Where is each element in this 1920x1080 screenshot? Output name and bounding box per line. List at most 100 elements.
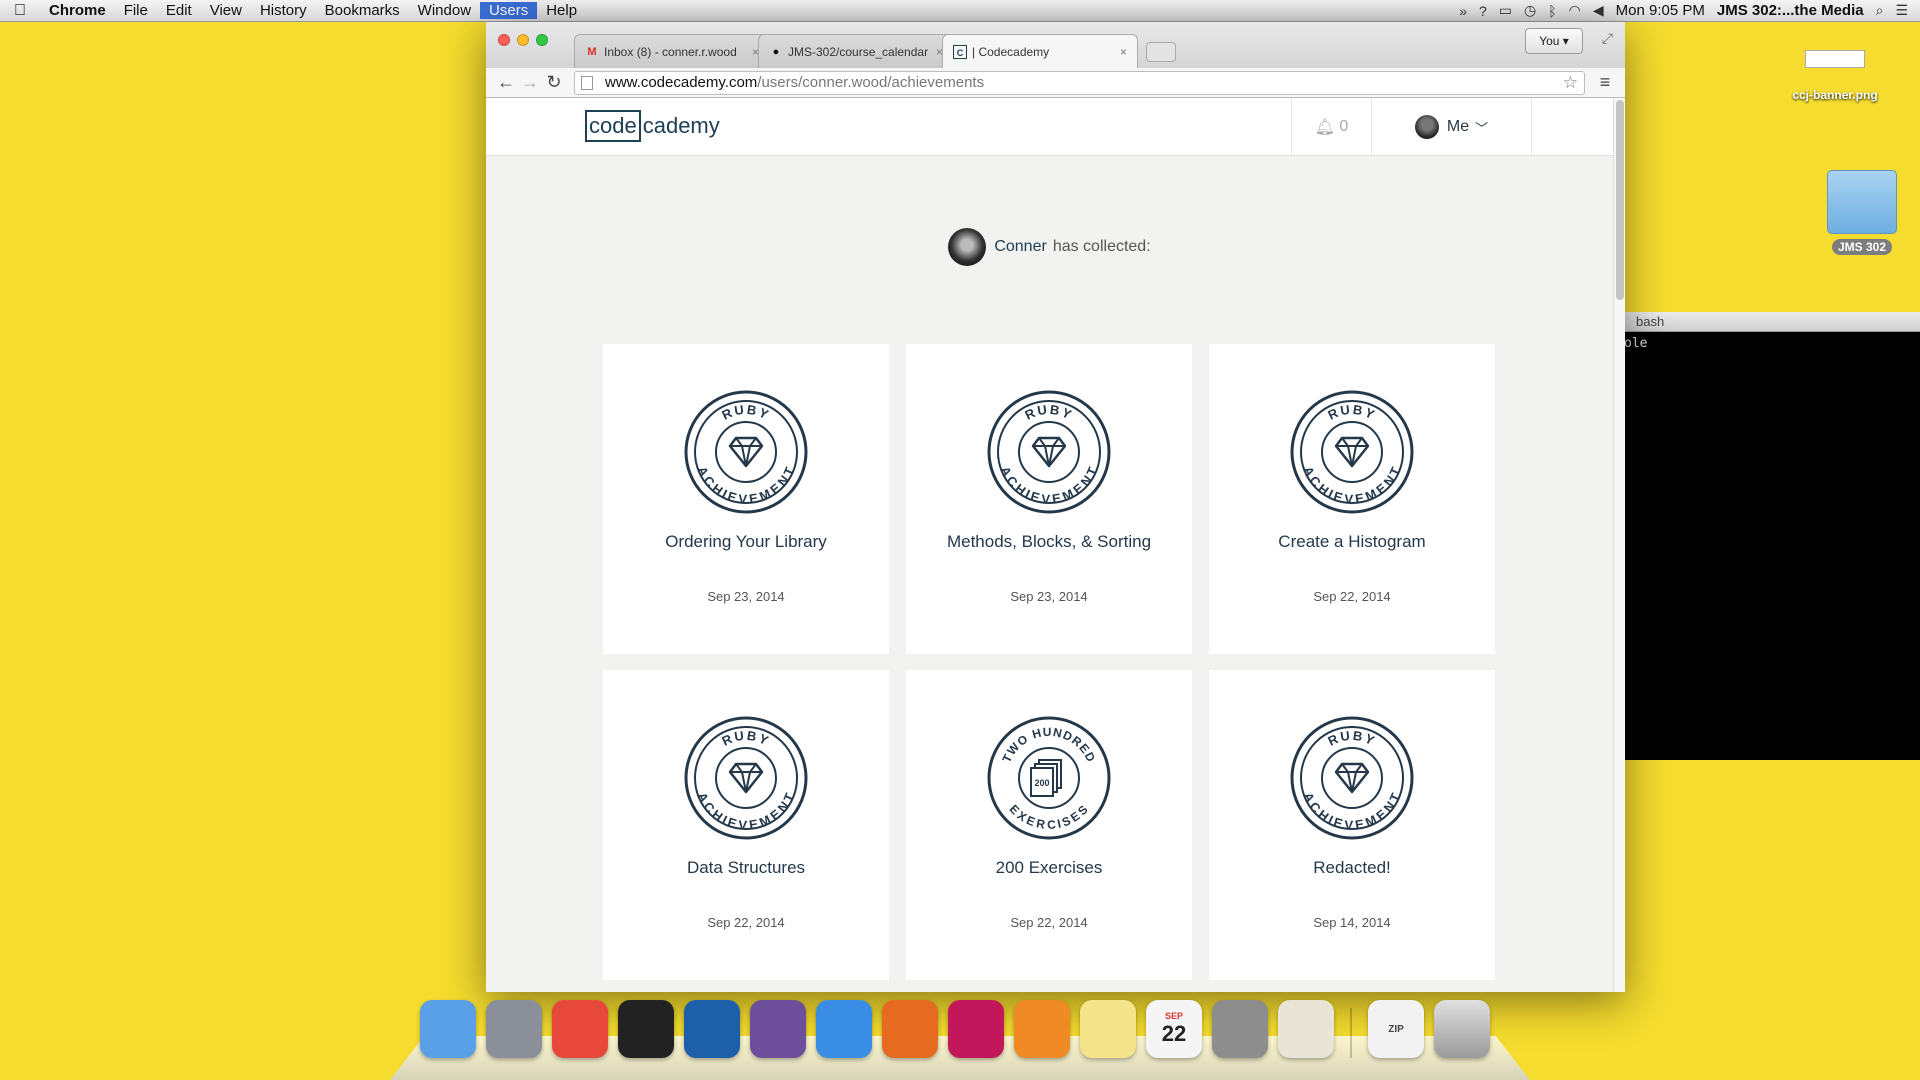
user-avatar[interactable] [948,228,987,266]
minimize-window-button[interactable] [517,34,529,46]
tab-codecademy[interactable]: C | Codecademy × [942,34,1138,68]
chrome-menu-icon[interactable]: ≡ [1593,72,1617,93]
user-name-link[interactable]: Conner [994,238,1046,256]
close-tab-icon[interactable]: × [1120,45,1127,59]
scrollbar-thumb[interactable] [1616,100,1624,300]
url-path: /users/conner.wood/achievements [757,74,985,91]
search-icon[interactable]: ⌕ [1876,2,1884,19]
achievement-date: Sep 22, 2014 [1010,915,1088,930]
menu-edit[interactable]: Edit [157,2,201,19]
chrome-icon[interactable] [552,1000,608,1058]
achievement-card[interactable]: RUBY ACHIEVEMENT Data Structures Sep 22, … [603,670,889,980]
menu-chrome[interactable]: Chrome [40,2,115,19]
dock-icons: SEP 22 ZIP [420,1000,1490,1058]
launchpad-icon[interactable] [486,1000,542,1058]
codecademy-logo[interactable]: code cademy [585,110,720,142]
preferences-gear-icon[interactable] [1014,1000,1070,1058]
bell-icon: 🔔︎ [1314,119,1335,136]
tab-gmail[interactable]: M Inbox (8) - conner.r.wood × [574,34,770,68]
ruby-achievement-badge-icon: RUBY ACHIEVEMENT [1290,390,1414,514]
menu-file[interactable]: File [115,2,157,19]
menu-view[interactable]: View [201,2,251,19]
ruby-achievement-badge-icon: RUBY ACHIEVEMENT [684,390,808,514]
collected-heading: Conner has collected: [486,228,1613,266]
volume-icon[interactable]: ◀ [1593,2,1604,19]
system-preferences-icon[interactable] [1212,1000,1268,1058]
codecademy-icon: C [953,44,967,59]
page-scrollbar[interactable] [1613,98,1625,992]
achievement-card[interactable]: RUBY ACHIEVEMENT Redacted! Sep 14, 2014 [1209,670,1495,980]
trash-icon[interactable] [1434,1000,1490,1058]
menu-help[interactable]: Help [537,2,586,19]
site-header: code cademy 🔔︎ 0 Me ﹀ [486,98,1613,156]
window-title[interactable]: JMS 302:...the Media [1717,2,1864,19]
terminal-icon[interactable] [618,1000,674,1058]
header-spacer [1531,98,1613,156]
desktop-folder[interactable]: JMS 302 [1822,170,1902,256]
calendar-day: 22 [1161,1021,1187,1046]
menu-users[interactable]: Users [480,2,538,19]
notifications-button[interactable]: 🔔︎ 0 [1291,98,1371,156]
achievement-card[interactable]: RUBY ACHIEVEMENT Create a Histogram Sep 2… [1209,344,1495,654]
desktop-folder-label: JMS 302 [1831,239,1893,255]
bluetooth-icon[interactable]: ᛒ [1548,3,1556,19]
menu-window[interactable]: Window [409,2,480,19]
achievement-title: Create a Histogram [1278,532,1426,551]
achievement-card[interactable]: 200 TWO HUNDRED EXERCISES 200 Exercises S… [906,670,1192,980]
profile-button[interactable]: You ▾ [1525,28,1583,54]
expand-icon[interactable]: » [1459,3,1467,19]
me-label: Me [1446,118,1470,135]
stickies-icon[interactable] [1080,1000,1136,1058]
close-window-button[interactable] [498,34,510,46]
chevron-down-icon: ▾ [1562,34,1569,48]
svg-text:EXERCISES: EXERCISES [1007,802,1092,832]
calendar-icon[interactable]: SEP 22 [1146,1000,1202,1058]
tab-strip: M Inbox (8) - conner.r.wood × ● JMS-302/… [486,22,1625,68]
safari-icon[interactable] [816,1000,872,1058]
tab-title: Inbox (8) - conner.r.wood [604,44,737,59]
achievement-date: Sep 14, 2014 [1313,915,1391,930]
textedit-icon[interactable] [1278,1000,1334,1058]
zip-file-icon[interactable]: ZIP [1368,1000,1424,1058]
terminal-title: bash [1622,312,1920,332]
desktop-file[interactable]: ccj-banner.png [1790,50,1880,102]
time-machine-icon[interactable]: ◷ [1524,2,1536,19]
tab-github[interactable]: ● JMS-302/course_calendar × [758,34,954,68]
reload-icon[interactable]: ↻ [542,72,566,93]
apple-menu-icon[interactable]:  [0,2,40,20]
menu-history[interactable]: History [251,2,316,19]
menu-bookmarks[interactable]: Bookmarks [316,2,409,19]
finder-icon[interactable] [420,1000,476,1058]
address-bar[interactable]: www.codecademy.com/users/conner.wood/ach… [574,70,1585,95]
github-app-icon[interactable] [750,1000,806,1058]
airplay-icon[interactable]: ▭ [1499,2,1512,19]
me-menu[interactable]: Me ﹀ [1371,98,1531,156]
url-host: www.codecademy.com [605,74,758,91]
achievement-title: Methods, Blocks, & Sorting [946,532,1152,551]
clock[interactable]: Mon 9:05 PM [1616,2,1705,19]
help-icon[interactable]: ? [1479,3,1487,19]
achievement-card[interactable]: RUBY ACHIEVEMENT Ordering Your Library Se… [603,344,889,654]
firefox-icon[interactable] [882,1000,938,1058]
wifi-icon[interactable]: ◠ [1569,2,1581,19]
achievement-title: Redacted! [1313,858,1391,877]
tab-title: | Codecademy [972,44,1050,59]
achievement-date: Sep 23, 2014 [707,589,785,604]
page-viewport: code cademy 🔔︎ 0 Me ﹀ Conner has collecte… [486,98,1613,992]
chevron-down-icon: ﹀ [1475,120,1489,136]
ruby-achievement-badge-icon: RUBY ACHIEVEMENT [1290,716,1414,840]
new-tab-button[interactable] [1146,42,1176,62]
svg-text:200: 200 [1034,778,1049,788]
calendar-month: SEP [1164,1011,1183,1021]
zoom-window-button[interactable] [536,34,548,46]
achievement-card[interactable]: RUBY ACHIEVEMENT Methods, Blocks, & Sort… [906,344,1192,654]
back-icon[interactable]: ← [494,72,518,93]
sourcetree-icon[interactable] [684,1000,740,1058]
zip-label: ZIP [1388,1023,1404,1035]
list-icon[interactable]: ☰ [1895,2,1908,19]
fullscreen-icon[interactable]: ⤢ [1602,30,1613,47]
terminal-window[interactable]: bash ole [1622,312,1920,760]
bookmark-star-icon[interactable]: ☆ [1563,73,1578,93]
forward-icon[interactable]: → [518,72,542,93]
rubymine-icon[interactable] [948,1000,1004,1058]
